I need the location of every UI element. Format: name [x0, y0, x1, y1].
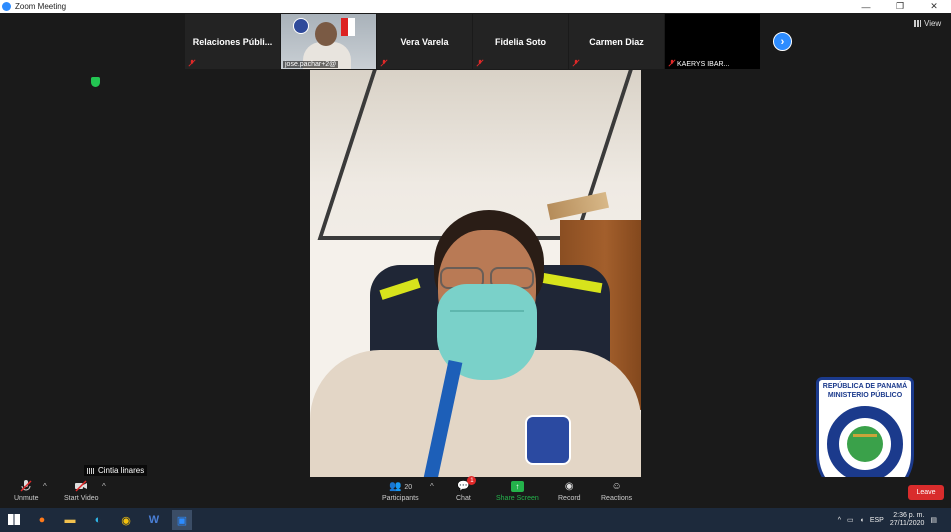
edge-icon[interactable]: ◐ [88, 510, 108, 530]
participant-thumbnail[interactable]: Fidelia Soto [473, 14, 568, 69]
reactions-label: Reactions [601, 495, 633, 502]
video-options-caret[interactable]: ^ [102, 482, 106, 491]
network-icon[interactable]: ▭ [847, 516, 854, 524]
record-button[interactable]: ◉ Record [558, 479, 581, 503]
title-bar: Zoom Meeting — ❐ ✕ [0, 0, 951, 13]
windows-logo-icon [8, 514, 20, 526]
mic-off-icon [572, 59, 580, 67]
firefox-icon[interactable]: ● [32, 510, 52, 530]
start-video-button[interactable]: Start Video [64, 479, 99, 502]
seal-header: REPÚBLICA DE PANAMÁ MINISTERIO PÚBLICO [819, 382, 911, 400]
active-speaker-video [310, 70, 641, 477]
start-video-label: Start Video [64, 495, 99, 502]
chat-badge: 1 [467, 476, 477, 485]
participants-caret[interactable]: ^ [430, 482, 434, 491]
participant-name: Relaciones Públi... [192, 36, 273, 47]
participant-thumbnail[interactable]: Relaciones Públi... [185, 14, 280, 69]
mic-off-icon [476, 59, 484, 67]
speaker-name-tag: Cintia linares [84, 465, 148, 476]
notifications-icon[interactable]: ▤ [930, 516, 937, 524]
uniform-badge [525, 415, 571, 465]
chevron-right-icon: › [780, 35, 785, 48]
chrome-icon[interactable]: ◉ [116, 510, 136, 530]
chat-label: Chat [456, 495, 471, 502]
zoom-app-icon [2, 2, 11, 11]
seal-map [847, 426, 883, 462]
chat-button[interactable]: 💬 1 Chat [456, 476, 477, 502]
participant-name: Vera Varela [400, 36, 449, 47]
mask-fold [450, 310, 524, 312]
next-page-button[interactable]: › [773, 32, 792, 51]
participant-thumbnail-video[interactable]: jose.pachar+2@ [281, 14, 376, 69]
participants-count: 20 [404, 483, 413, 491]
participant-thumbnail[interactable]: Carmen Diaz [569, 14, 664, 69]
view-button-label: View [924, 19, 942, 28]
participant-thumbnail[interactable]: KAERYS IBAR... [665, 14, 760, 69]
person-head [315, 22, 337, 46]
leave-button[interactable]: Leave [908, 485, 944, 500]
participant-name: Carmen Diaz [589, 36, 644, 47]
signal-bars-icon [87, 467, 95, 474]
share-screen-label: Share Screen [496, 495, 539, 502]
participant-strip: Relaciones Públi... jose.pachar+2@ Vera … [185, 14, 761, 69]
speaker-name: Cintia linares [98, 466, 145, 475]
window-controls: — ❐ ✕ [849, 0, 951, 13]
window-title: Zoom Meeting [15, 2, 67, 11]
seal-line-1: REPÚBLICA DE PANAMÁ [822, 383, 908, 390]
view-button[interactable]: View [914, 19, 941, 28]
scales-of-justice-icon [853, 434, 877, 437]
grid-icon [914, 20, 921, 27]
audio-options-caret[interactable]: ^ [43, 482, 47, 491]
record-icon: ◉ [564, 480, 574, 492]
tray-caret-icon[interactable]: ^ [838, 517, 841, 524]
word-icon[interactable]: W [144, 510, 164, 530]
mic-off-icon [188, 59, 196, 67]
participants-icon: 👥 [389, 480, 402, 492]
seal-image [293, 18, 309, 34]
close-button[interactable]: ✕ [917, 0, 951, 13]
zoom-window: Zoom Meeting — ❐ ✕ Relaciones Públi... j… [0, 0, 951, 532]
meeting-toolbar: Unmute ^ Start Video ^ 👥 20 Participants… [0, 476, 951, 507]
clock-date: 27/11/2020 [889, 520, 925, 527]
share-screen-icon-wrap: ↑ [510, 479, 524, 493]
participant-name: Fidelia Soto [494, 36, 546, 47]
chat-icon: 💬 1 [456, 476, 477, 493]
participant-label: jose.pachar+2@ [283, 61, 339, 68]
volume-icon[interactable]: ◖ [860, 517, 864, 524]
system-tray: ^ ▭ ◖ ESP 2:36 p. m. 27/11/2020 ▤ [838, 508, 937, 532]
mic-off-icon [668, 59, 676, 67]
clock-time: 2:36 p. m. [893, 512, 925, 519]
windows-taskbar: ● ▬ ◐ ◉ W ▣ ^ ▭ ◖ ESP 2:36 p. m. 27/11/2… [0, 508, 951, 532]
minimize-button[interactable]: — [849, 0, 883, 13]
start-button[interactable] [4, 510, 24, 530]
participants-button[interactable]: 👥 20 Participants [382, 479, 419, 503]
video-off-icon [75, 480, 88, 492]
seal-line-2: MINISTERIO PÚBLICO [827, 392, 903, 399]
flag-image [341, 18, 355, 36]
mic-off-icon [20, 480, 32, 492]
maximize-button[interactable]: ❐ [883, 0, 917, 13]
zoom-taskbar-icon[interactable]: ▣ [172, 510, 192, 530]
unmute-button[interactable]: Unmute [14, 479, 39, 502]
unmute-label: Unmute [14, 495, 39, 502]
security-shield-icon[interactable] [91, 77, 100, 87]
record-label: Record [558, 495, 581, 502]
reactions-button[interactable]: ☺ Reactions [601, 479, 633, 503]
participant-thumbnail[interactable]: Vera Varela [377, 14, 472, 69]
share-screen-button[interactable]: ↑ Share Screen [496, 479, 539, 502]
participant-label: KAERYS IBAR... [677, 61, 730, 68]
language-indicator[interactable]: ESP [870, 517, 884, 524]
participants-label: Participants [382, 495, 419, 502]
file-explorer-icon[interactable]: ▬ [60, 510, 80, 530]
share-screen-icon: ↑ [510, 480, 524, 492]
clock[interactable]: 2:36 p. m. 27/11/2020 [890, 512, 925, 528]
mic-off-icon [380, 59, 388, 67]
reactions-icon: ☺ [611, 480, 622, 492]
